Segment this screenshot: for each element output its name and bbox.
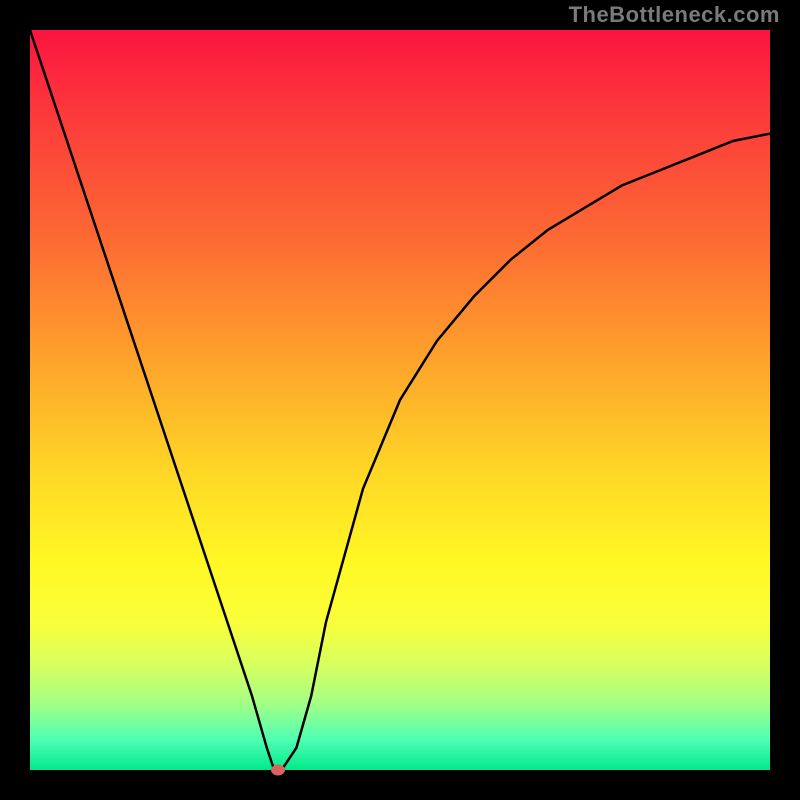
watermark: TheBottleneck.com [569,2,780,28]
bottleneck-curve [30,30,770,770]
curve-svg [30,30,770,770]
minimum-marker [271,765,285,776]
plot-area [30,30,770,770]
